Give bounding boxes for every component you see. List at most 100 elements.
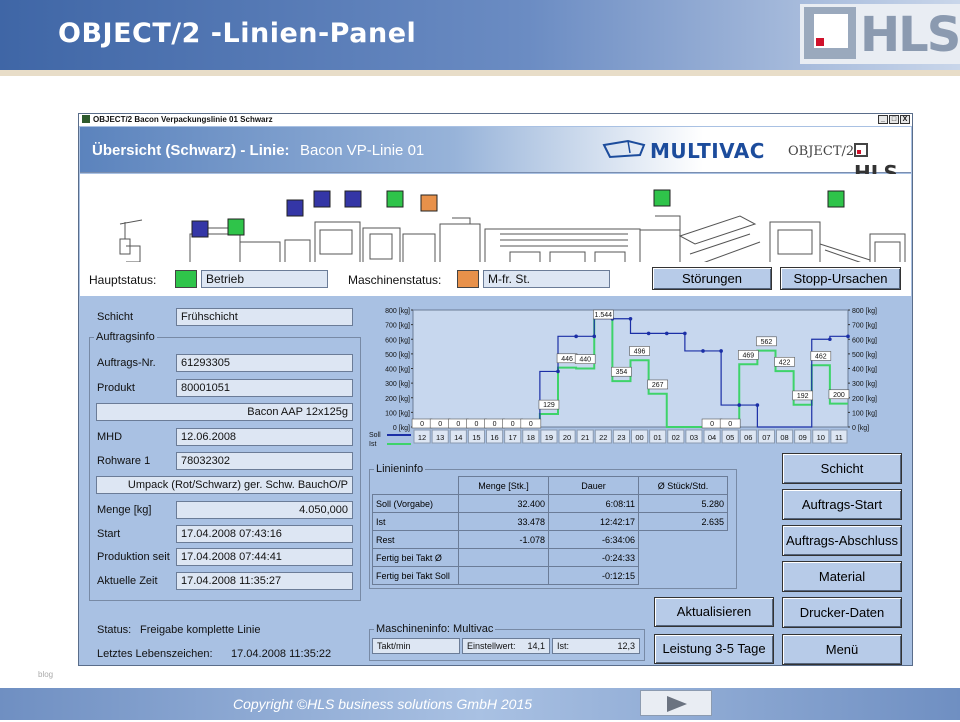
cell-dauer: 6:08:11 (548, 494, 639, 513)
cell-stueck: 2.635 (638, 512, 728, 531)
row-label: Soll (Vorgabe) (372, 494, 459, 513)
row-label: Fertig bei Takt Ø (372, 548, 459, 567)
y-tick-label-right: 400 [kg] (852, 367, 877, 374)
produkt-description: Bacon AAP 12x125g (96, 403, 353, 421)
soll-point (683, 331, 687, 336)
production-chart: 800 [kg] 800 [kg] 700 [kg] 700 [kg] 600 [kg]… (367, 304, 902, 451)
slide-title: OBJECT/2 -Linien-Panel (58, 18, 417, 49)
close-button[interactable]: X (900, 115, 910, 124)
auftrags-abschluss-button[interactable]: Auftrags-Abschluss (782, 525, 902, 556)
menge-field: 4.050,000 (176, 501, 353, 519)
machine-marker-9[interactable] (827, 190, 845, 208)
maximize-button[interactable]: □ (889, 115, 899, 124)
rohware-field: 78032302 (176, 452, 353, 470)
window-controls: _ □ X (878, 115, 910, 124)
data-label: 469 (742, 352, 754, 359)
menu-button[interactable]: Menü (782, 634, 902, 665)
cell-menge: 33.478 (458, 512, 549, 531)
maschinenstatus-label: Maschinenstatus: (348, 273, 442, 287)
machine-marker-6[interactable] (386, 190, 404, 208)
legend-ist-label: Ist (369, 441, 376, 448)
machine-marker-8[interactable] (653, 189, 671, 207)
data-label: 446 (561, 356, 573, 363)
x-tick-label: 19 (545, 433, 553, 442)
drucker-daten-button[interactable]: Drucker-Daten (782, 597, 902, 628)
y-tick-label-right: 300 [kg] (852, 381, 877, 388)
x-tick-label: 11 (835, 433, 843, 442)
table-row: Ist 33.478 12:42:17 2.635 (372, 512, 728, 531)
y-tick-label-right: 500 [kg] (852, 352, 877, 359)
soll-point (592, 334, 597, 339)
machine-marker-1[interactable] (191, 220, 209, 238)
aktuelle-zeit-field: 17.04.2008 11:35:27 (176, 572, 353, 590)
data-label: 0 (456, 421, 460, 428)
auftragsinfo-title: Auftragsinfo (94, 331, 157, 343)
aktualisieren-button[interactable]: Aktualisieren (654, 597, 774, 627)
lebenszeichen-value: 17.04.2008 11:35:22 (231, 648, 332, 660)
status-row: Hauptstatus: Betrieb Maschinenstatus: M-… (80, 262, 911, 296)
x-tick-label: 08 (780, 433, 788, 442)
next-slide-button[interactable] (640, 690, 712, 716)
soll-point (755, 403, 760, 407)
y-tick-label-left: 600 [kg] (385, 337, 410, 344)
multivac-tray-icon (602, 139, 646, 159)
soll-point (719, 349, 723, 353)
cell-stueck: 5.280 (638, 494, 728, 513)
table-row: Fertig bei Takt Soll -0:12:15 (372, 566, 728, 585)
soll-point (701, 349, 705, 353)
data-label: 462 (815, 353, 827, 360)
x-tick-label: 00 (635, 433, 643, 442)
schicht-field: Frühschicht (176, 308, 353, 326)
menge-label: Menge [kg] (97, 504, 152, 516)
einstellwert-field: Einstellwert: 14,1 (462, 638, 550, 654)
ist-label: Ist: (557, 641, 570, 651)
window-title: OBJECT/2 Bacon Verpackungslinie 01 Schwa… (93, 115, 273, 124)
machine-marker-7[interactable] (420, 194, 438, 212)
ist-field: Ist: 12,3 (552, 638, 640, 654)
takt-label: Takt/min (372, 638, 460, 654)
table-corner (373, 477, 459, 495)
status-label: Status: (97, 624, 132, 636)
data-label: 0 (420, 421, 424, 428)
data-label: 440 (579, 357, 591, 364)
auftrag-label: Auftrags-Nr. (97, 357, 156, 369)
cell-menge: 32.400 (458, 494, 549, 513)
mhd-label: MHD (97, 431, 123, 443)
material-button[interactable]: Material (782, 561, 902, 592)
schicht-button[interactable]: Schicht (782, 453, 902, 484)
soll-point (846, 334, 850, 339)
produkt-label: Produkt (97, 382, 135, 394)
slide-footer: Copyright ©HLS business solutions GmbH 2… (0, 688, 960, 720)
ist-value: 12,3 (617, 641, 635, 651)
app-icon (82, 115, 90, 123)
x-tick-label: 21 (581, 433, 589, 442)
machine-marker-2[interactable] (227, 218, 245, 236)
x-tick-label: 23 (617, 433, 625, 442)
machine-marker-4[interactable] (313, 190, 331, 208)
x-tick-label: 13 (436, 433, 444, 442)
leistung-button[interactable]: Leistung 3-5 Tage (654, 634, 774, 664)
cell-stueck (639, 567, 728, 585)
auftrags-start-button[interactable]: Auftrags-Start (782, 489, 902, 520)
stopp-ursachen-button[interactable]: Stopp-Ursachen (780, 267, 901, 290)
x-tick-label: 14 (454, 433, 462, 442)
x-tick-label: 05 (726, 433, 734, 442)
status-value: Freigabe komplette Linie (140, 624, 261, 636)
machine-marker-5[interactable] (344, 190, 362, 208)
cell-menge (458, 548, 549, 567)
x-tick-label: 22 (599, 433, 607, 442)
machine-marker-3[interactable] (286, 199, 304, 217)
produktion-label: Produktion seit (97, 551, 170, 563)
x-tick-label: 06 (744, 433, 752, 442)
minimize-button[interactable]: _ (878, 115, 888, 124)
rohware-description: Umpack (Rot/Schwarz) ger. Schw. BauchO/P (96, 476, 353, 494)
y-tick-label-right: 200 [kg] (852, 396, 877, 403)
linieninfo-table: Menge [Stk.] Dauer Ø Stück/Std. Soll (Vo… (372, 476, 728, 585)
y-tick-label-right: 100 [kg] (852, 410, 877, 417)
linieninfo-title: Linieninfo (374, 463, 426, 475)
x-tick-label: 18 (527, 433, 535, 442)
y-tick-label-left: 500 [kg] (385, 352, 410, 359)
y-tick-label-left: 400 [kg] (385, 367, 410, 374)
data-label: 422 (779, 359, 791, 366)
stoerungen-button[interactable]: Störungen (652, 267, 772, 290)
